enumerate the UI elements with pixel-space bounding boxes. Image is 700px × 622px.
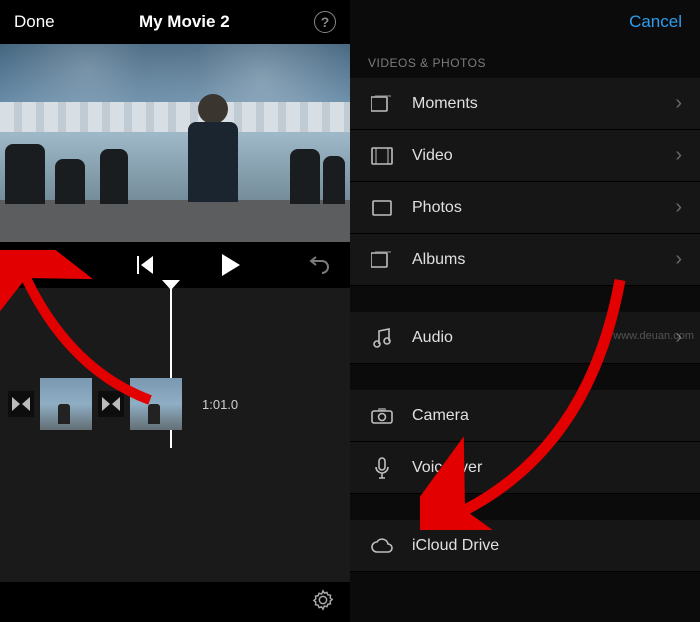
row-label: Camera <box>412 407 682 425</box>
transition-icon[interactable] <box>8 391 34 417</box>
row-camera[interactable]: Camera <box>350 390 700 442</box>
photos-icon <box>368 200 396 216</box>
row-label: iCloud Drive <box>412 537 682 555</box>
undo-button[interactable] <box>308 255 332 275</box>
row-video[interactable]: Video › <box>350 130 700 182</box>
media-picker-screen: Cancel VIDEOS & PHOTOS Moments › Video ›… <box>350 0 700 622</box>
editor-header: Done My Movie 2 ? <box>0 0 350 44</box>
add-media-button[interactable]: + <box>14 250 29 281</box>
editor-bottom-bar <box>0 582 350 622</box>
play-button[interactable] <box>220 254 240 276</box>
cloud-list: iCloud Drive <box>350 520 700 572</box>
audio-icon <box>368 328 396 348</box>
transition-icon[interactable] <box>98 391 124 417</box>
row-label: Video <box>412 147 675 165</box>
row-icloud-drive[interactable]: iCloud Drive <box>350 520 700 572</box>
cancel-button[interactable]: Cancel <box>629 12 682 32</box>
moments-icon <box>368 95 396 113</box>
row-photos[interactable]: Photos › <box>350 182 700 234</box>
media-list: Moments › Video › Photos › Albums › <box>350 78 700 286</box>
watermark: www.deuan.com <box>613 330 694 342</box>
section-header-videos-photos: VIDEOS & PHOTOS <box>350 44 700 78</box>
row-voiceover[interactable]: Voiceover <box>350 442 700 494</box>
timeline[interactable] <box>0 288 350 582</box>
project-title: My Movie 2 <box>139 12 230 32</box>
row-label: Moments <box>412 95 675 113</box>
clips-row: 1:01.0 <box>8 378 238 430</box>
video-icon <box>368 147 396 165</box>
timeline-clip[interactable] <box>40 378 92 430</box>
help-icon[interactable]: ? <box>314 11 336 33</box>
row-label: Voiceover <box>412 459 682 477</box>
albums-icon <box>368 251 396 269</box>
skip-back-button[interactable] <box>135 256 155 274</box>
chevron-right-icon: › <box>675 92 682 115</box>
icloud-icon <box>368 538 396 554</box>
row-label: Albums <box>412 251 675 269</box>
chevron-right-icon: › <box>675 248 682 271</box>
timeline-clip[interactable] <box>130 378 182 430</box>
chevron-right-icon: › <box>675 196 682 219</box>
row-moments[interactable]: Moments › <box>350 78 700 130</box>
clip-time-label: 1:01.0 <box>202 397 238 412</box>
video-preview[interactable] <box>0 44 350 242</box>
row-albums[interactable]: Albums › <box>350 234 700 286</box>
capture-list: Camera Voiceover <box>350 390 700 494</box>
picker-header: Cancel <box>350 0 700 44</box>
chevron-right-icon: › <box>675 144 682 167</box>
imovie-editor-screen: Done My Movie 2 ? + <box>0 0 350 622</box>
camera-icon <box>368 408 396 424</box>
voiceover-icon <box>368 457 396 479</box>
row-label: Photos <box>412 199 675 217</box>
done-button[interactable]: Done <box>14 12 55 32</box>
gear-icon[interactable] <box>312 589 334 616</box>
